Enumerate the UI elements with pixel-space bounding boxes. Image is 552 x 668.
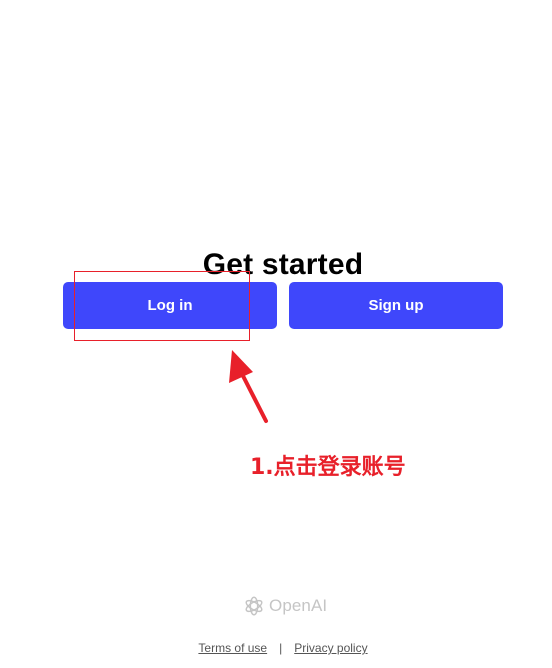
brand: OpenAI [243,595,327,617]
footer: Terms of use | Privacy policy [0,641,552,655]
privacy-policy-link[interactable]: Privacy policy [294,641,367,655]
annotation-text: 1.点击登录账号 [250,455,406,480]
brand-name: OpenAI [269,596,328,615]
footer-separator: | [279,641,283,655]
openai-logo-icon [243,595,265,617]
login-button-label: Log in [147,297,193,314]
annotation-arrow-icon [229,350,268,423]
signup-button-label: Sign up [368,297,424,314]
page-title: Get started [202,248,364,282]
signup-button[interactable]: Sign up [289,282,503,329]
login-button[interactable]: Log in [63,282,277,329]
terms-of-use-link[interactable]: Terms of use [198,641,267,655]
